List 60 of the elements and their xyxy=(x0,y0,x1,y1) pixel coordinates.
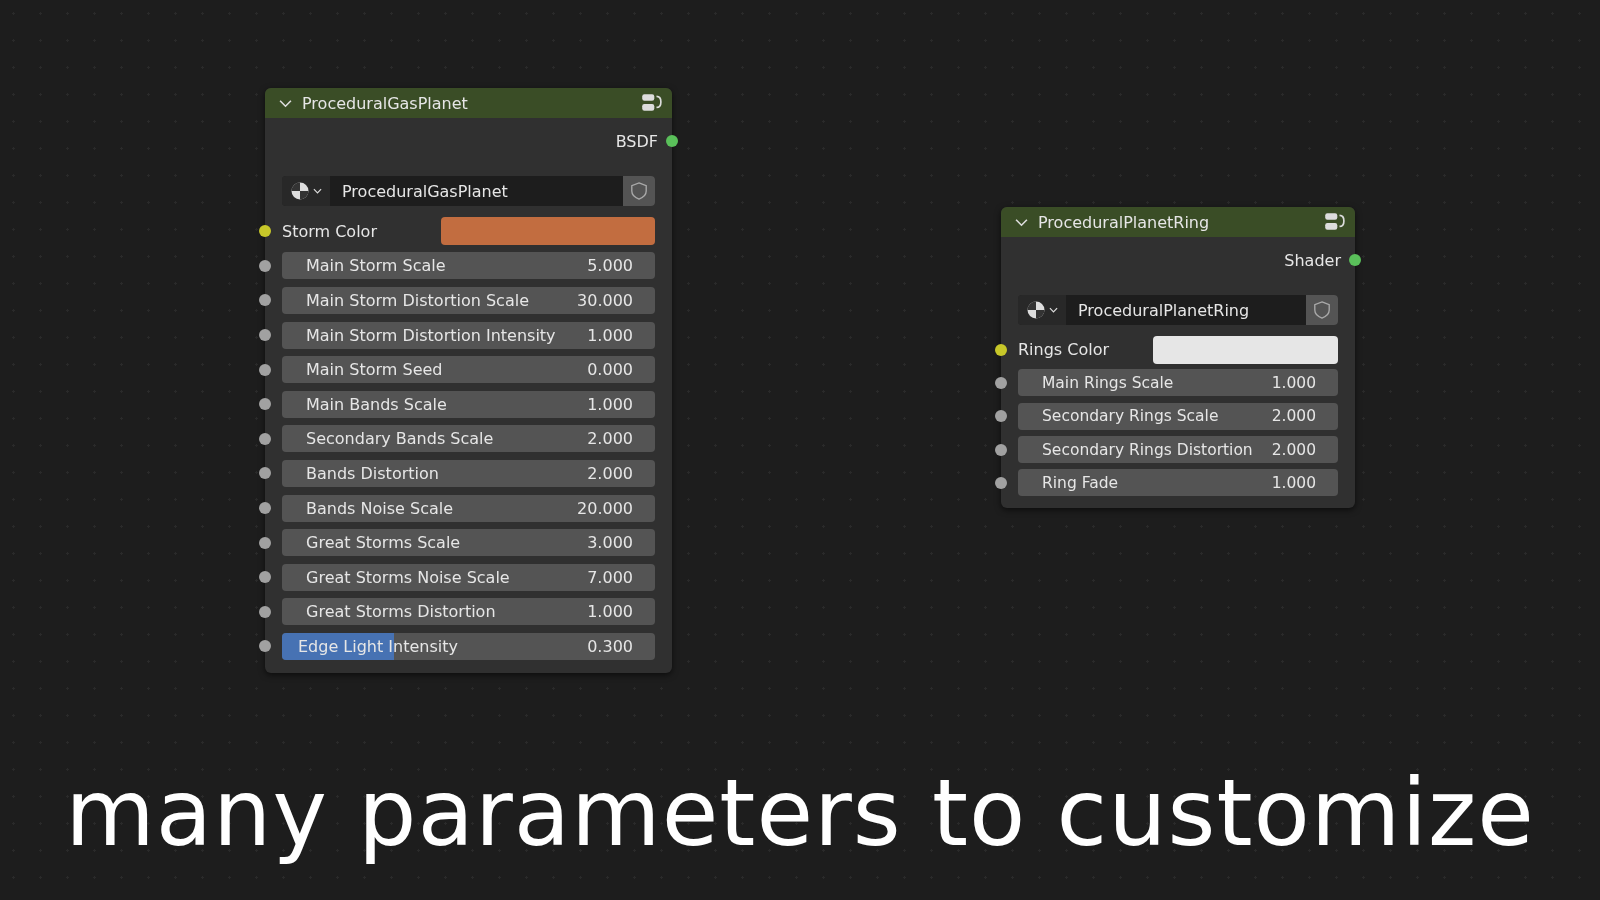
node-group-icon[interactable] xyxy=(1323,211,1345,233)
number-field[interactable]: Great Storms Scale 3.000 xyxy=(282,529,655,557)
shield-icon xyxy=(630,181,648,201)
input-socket[interactable] xyxy=(259,640,271,653)
node-title: ProceduralGasPlanet xyxy=(302,93,469,113)
input-socket[interactable] xyxy=(259,432,271,445)
material-name-field[interactable]: ProceduralPlanetRing xyxy=(1066,295,1306,325)
number-field[interactable]: Main Storm Scale 5.000 xyxy=(282,252,655,280)
fake-user-button[interactable] xyxy=(1306,295,1338,325)
input-socket[interactable] xyxy=(259,536,271,549)
input-socket[interactable] xyxy=(259,467,271,480)
caret-icon xyxy=(1049,307,1058,313)
input-socket[interactable] xyxy=(259,225,271,238)
input-socket[interactable] xyxy=(259,259,271,272)
input-socket[interactable] xyxy=(995,443,1007,456)
color-swatch[interactable] xyxy=(441,217,655,246)
input-socket[interactable] xyxy=(995,476,1007,489)
number-field[interactable]: Secondary Rings Distortion 2.000 xyxy=(1018,436,1338,464)
fake-user-button[interactable] xyxy=(623,176,655,206)
input-socket[interactable] xyxy=(995,410,1007,423)
number-field[interactable]: Ring Fade 1.000 xyxy=(1018,469,1338,497)
number-field[interactable]: Main Rings Scale 1.000 xyxy=(1018,369,1338,397)
output-label: Shader xyxy=(1284,250,1341,270)
node-title: ProceduralPlanetRing xyxy=(1038,212,1211,232)
input-label: Rings Color xyxy=(1018,340,1111,360)
node-group-icon[interactable] xyxy=(640,92,662,114)
number-field[interactable]: Bands Distortion 2.000 xyxy=(282,459,655,487)
caption-text: many parameters to customize xyxy=(64,760,1536,867)
input-socket[interactable] xyxy=(259,294,271,307)
number-field[interactable]: Great Storms Distortion 1.000 xyxy=(282,598,655,626)
input-socket[interactable] xyxy=(259,329,271,342)
input-socket[interactable] xyxy=(259,363,271,376)
number-field[interactable]: Great Storms Noise Scale 7.000 xyxy=(282,563,655,591)
caret-icon xyxy=(313,188,322,194)
input-socket[interactable] xyxy=(259,605,271,618)
number-field[interactable]: Main Storm Seed 0.000 xyxy=(282,356,655,384)
material-browse-button[interactable] xyxy=(282,176,330,206)
material-sphere-icon xyxy=(1026,300,1046,320)
output-label: BSDF xyxy=(615,131,658,151)
node-header[interactable]: ProceduralPlanetRing xyxy=(1001,207,1355,237)
shield-icon xyxy=(1313,300,1331,320)
input-socket[interactable] xyxy=(259,398,271,411)
input-label: Storm Color xyxy=(282,221,378,241)
number-field[interactable]: Main Bands Scale 1.000 xyxy=(282,390,655,418)
input-socket[interactable] xyxy=(259,571,271,584)
material-browse-button[interactable] xyxy=(1018,295,1066,325)
input-socket[interactable] xyxy=(995,343,1007,356)
number-field[interactable]: Main Storm Distortion Intensity 1.000 xyxy=(282,321,655,349)
material-sphere-icon xyxy=(290,181,310,201)
color-swatch[interactable] xyxy=(1153,335,1338,364)
caret-icon[interactable] xyxy=(279,98,292,108)
node-header[interactable]: ProceduralGasPlanet xyxy=(265,88,672,118)
material-name-field[interactable]: ProceduralGasPlanet xyxy=(330,176,623,206)
caret-icon[interactable] xyxy=(1015,217,1028,227)
number-field[interactable]: Secondary Rings Scale 2.000 xyxy=(1018,402,1338,430)
input-socket[interactable] xyxy=(995,376,1007,389)
number-field[interactable]: Secondary Bands Scale 2.000 xyxy=(282,425,655,453)
number-field[interactable]: Bands Noise Scale 20.000 xyxy=(282,494,655,522)
number-field[interactable]: Main Storm Distortion Scale 30.000 xyxy=(282,287,655,314)
input-socket[interactable] xyxy=(259,502,271,515)
